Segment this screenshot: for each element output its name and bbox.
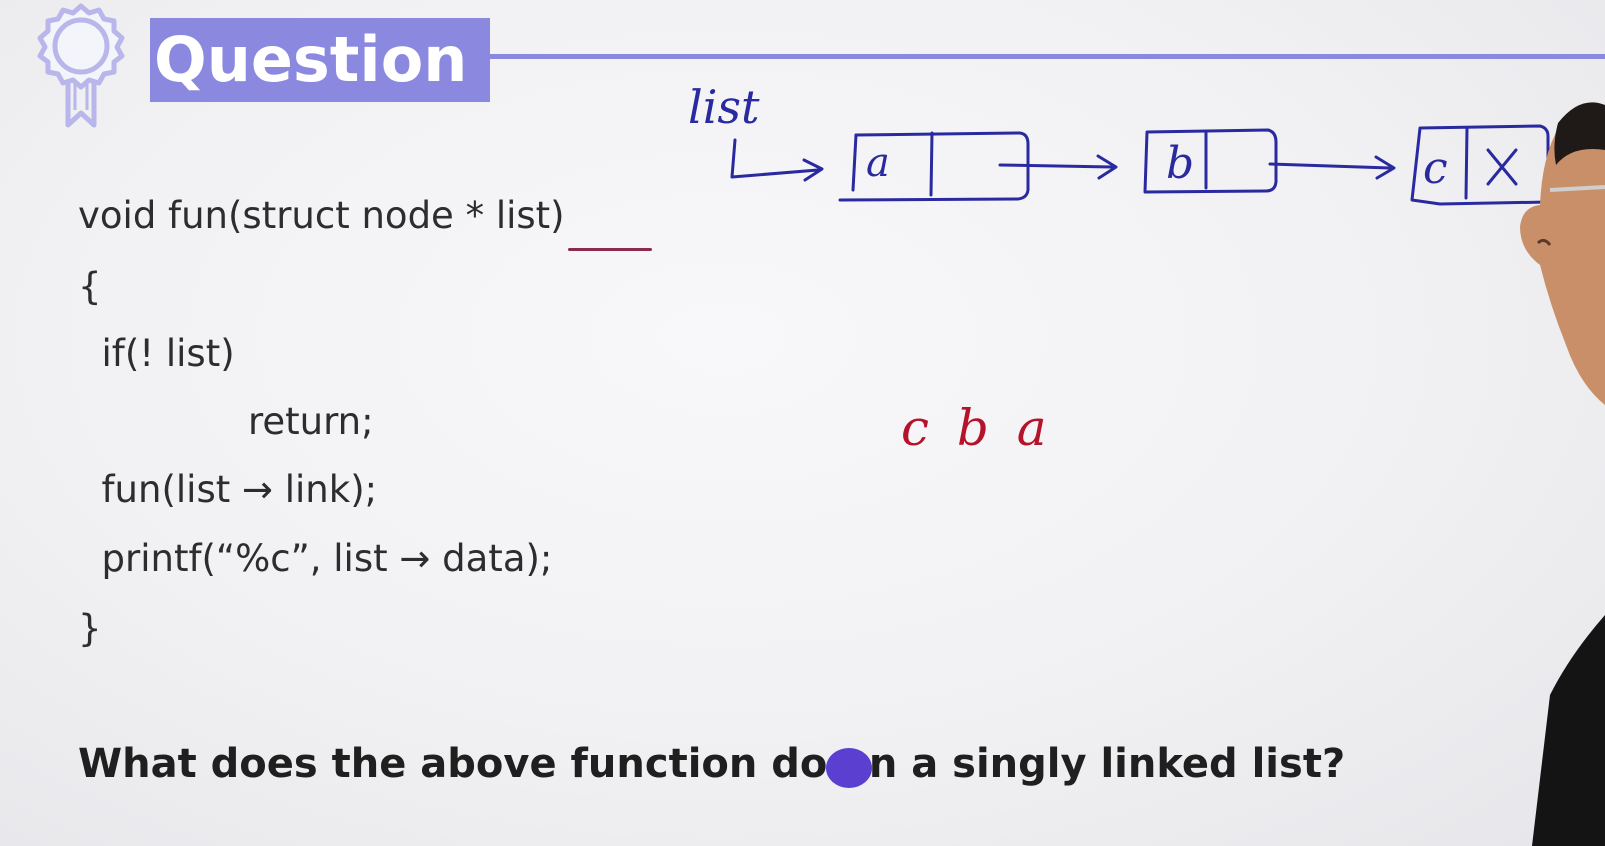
output-text: c b a [901,399,1053,457]
output-annotation: c b a [901,399,1053,457]
code-line-7: } [78,607,102,650]
presenter-figure [1520,102,1605,846]
code-line-2: { [78,265,102,308]
node-b-label: b [1166,138,1194,189]
code-line-1: void fun(struct node * list) [78,194,565,237]
code-line-4: return; [248,400,374,443]
linked-list-diagram: list a b c [688,80,1550,206]
page-title: Question [154,23,468,96]
list-underline-mark [568,248,652,251]
title-banner: Question [150,18,490,102]
code-line-5: fun(list → link); [78,468,378,511]
header-rule [490,54,1605,59]
award-badge-icon [37,3,125,128]
code-line-6: printf(“%c”, list → data); [78,537,553,580]
node-a-label: a [866,140,890,186]
question-text: What does the above function do on a sin… [78,744,1345,784]
question-part-1: What does the above function do [78,741,828,787]
list-label: list [688,80,760,134]
code-line-3: if(! list) [78,332,235,375]
node-c-label: c [1423,143,1448,194]
node-b-box [1143,128,1278,194]
pen-cursor-mark [826,748,872,788]
question-part-2: on a singly linked list? [827,741,1346,787]
